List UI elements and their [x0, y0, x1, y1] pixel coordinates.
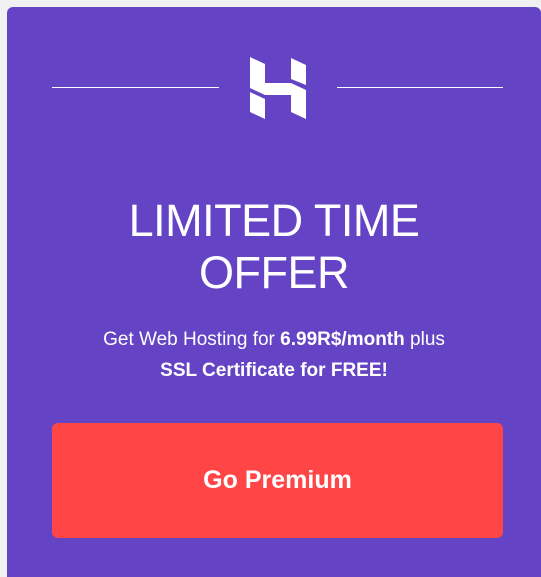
description-prefix: Get Web Hosting for: [103, 329, 281, 350]
description-bonus: SSL Certificate for FREE!: [160, 360, 388, 381]
offer-title-line-2: OFFER: [199, 247, 350, 298]
left-divider: [52, 87, 219, 88]
go-premium-button[interactable]: Go Premium: [52, 423, 503, 538]
right-divider: [337, 87, 503, 88]
offer-title: LIMITED TIME OFFER: [7, 195, 541, 299]
logo-header: [7, 55, 541, 121]
description-price: 6.99R$/month: [280, 329, 405, 350]
offer-description: Get Web Hosting for 6.99R$/month plus SS…: [27, 324, 521, 386]
hostinger-logo-icon: [250, 57, 306, 119]
offer-title-line-1: LIMITED TIME: [128, 195, 420, 246]
promo-card: LIMITED TIME OFFER Get Web Hosting for 6…: [7, 7, 541, 577]
description-middle: plus: [404, 329, 445, 350]
